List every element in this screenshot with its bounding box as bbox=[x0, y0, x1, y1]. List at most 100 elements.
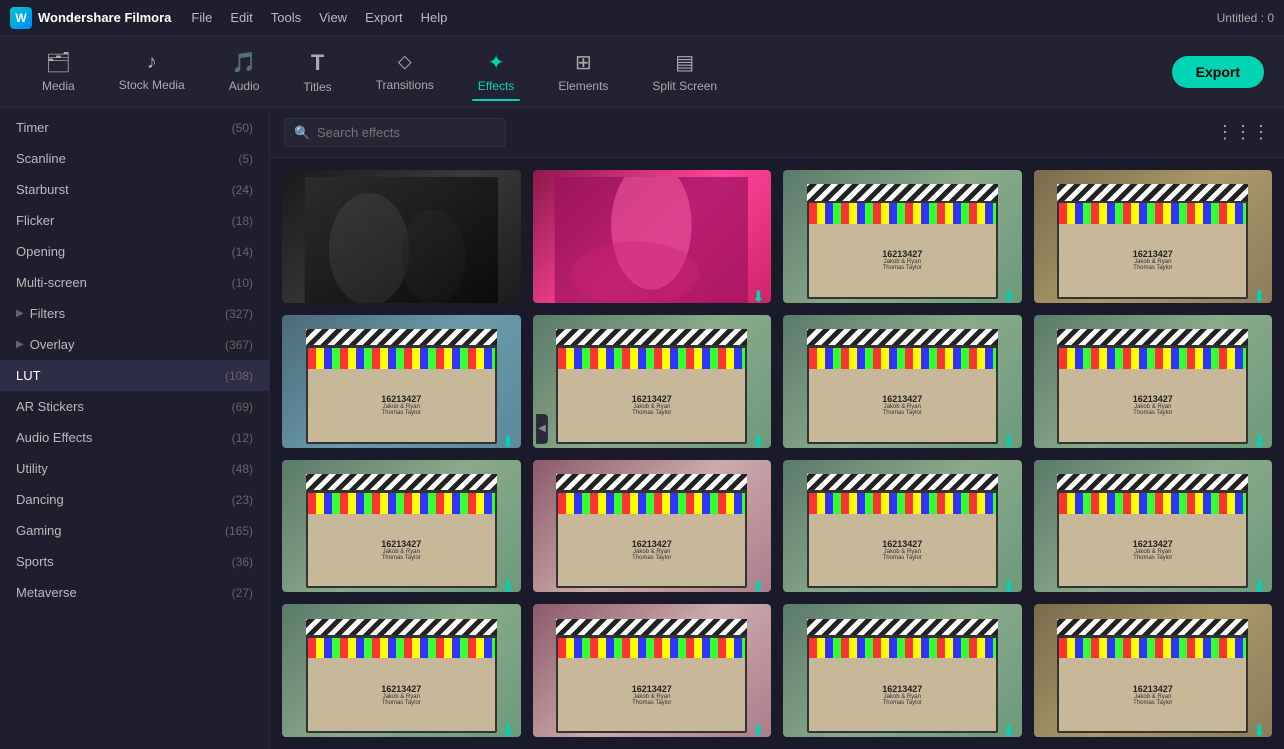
clapper-stripe-3 bbox=[308, 348, 495, 369]
tool-effects[interactable]: ✦ Effects bbox=[456, 42, 536, 101]
clapper-top-3 bbox=[306, 329, 497, 347]
sidebar-item-multi-screen[interactable]: Multi-screen (10) bbox=[0, 267, 269, 298]
clapperboard-movie-14: 16213427 Jakob & Ryan Thomas Taylor bbox=[556, 619, 747, 733]
effect-card-movie-16[interactable]: 16213427 Jakob & Ryan Thomas Taylor ⬇ Mo… bbox=[1034, 604, 1273, 737]
menu-file[interactable]: File bbox=[191, 10, 212, 25]
sidebar-item-timer[interactable]: Timer (50) bbox=[0, 112, 269, 143]
sidebar-label-metaverse: Metaverse bbox=[16, 585, 232, 600]
effect-card-movie-12[interactable]: 16213427 Jakob & Ryan Thomas Taylor ⬇ Mo… bbox=[1034, 460, 1273, 593]
clapper-body-11: 16213427 Jakob & Ryan Thomas Taylor bbox=[809, 514, 996, 587]
effect-thumb-movie-3: 16213427 Jakob & Ryan Thomas Taylor ⬇ bbox=[282, 315, 521, 448]
sidebar-collapse-button[interactable]: ◀ bbox=[536, 414, 548, 444]
menu-edit[interactable]: Edit bbox=[230, 10, 252, 25]
search-input[interactable] bbox=[284, 118, 506, 147]
clapper-body-9: 16213427 Jakob & Ryan Thomas Taylor bbox=[308, 514, 495, 587]
tool-elements[interactable]: ⊞ Elements bbox=[536, 42, 630, 101]
sidebar-item-utility[interactable]: Utility (48) bbox=[0, 453, 269, 484]
clapper-text-2: 16213427 bbox=[1133, 249, 1173, 259]
menu-help[interactable]: Help bbox=[421, 10, 448, 25]
effect-card-movie-13[interactable]: 16213427 Jakob & Ryan Thomas Taylor ⬇ Mo… bbox=[282, 604, 521, 737]
tool-split-screen[interactable]: ▤ Split Screen bbox=[630, 42, 739, 101]
sidebar-item-opening[interactable]: Opening (14) bbox=[0, 236, 269, 267]
effects-grid: SinCity ⬇ Fitness_Intense_Overlay bbox=[270, 158, 1284, 749]
search-icon: 🔍 bbox=[294, 125, 310, 141]
effect-card-movie-4[interactable]: 16213427 Jakob & Ryan Thomas Taylor ⬇ Mo… bbox=[533, 315, 772, 448]
download-icon-movie-5: ⬇ bbox=[1002, 432, 1015, 448]
effect-thumb-movie-5: 16213427 Jakob & Ryan Thomas Taylor ⬇ bbox=[783, 315, 1022, 448]
download-icon-movie-7: ⬇ bbox=[1253, 432, 1266, 448]
download-icon-movie-13: ⬇ bbox=[501, 721, 514, 737]
effect-card-movie-3[interactable]: 16213427 Jakob & Ryan Thomas Taylor ⬇ Mo… bbox=[282, 315, 521, 448]
clapper-stripes-2 bbox=[1059, 203, 1246, 224]
effect-card-fitness[interactable]: ⬇ Fitness_Intense_Overlay bbox=[533, 170, 772, 303]
effect-card-movie-9[interactable]: 16213427 Jakob & Ryan Thomas Taylor ⬇ Mo… bbox=[282, 460, 521, 593]
menu-view[interactable]: View bbox=[319, 10, 347, 25]
tool-media[interactable]: 🗂 Media bbox=[20, 42, 97, 101]
clapper-stripes-11 bbox=[809, 493, 996, 514]
sidebar-item-flicker[interactable]: Flicker (18) bbox=[0, 205, 269, 236]
sidebar-item-ar-stickers[interactable]: AR Stickers (69) bbox=[0, 391, 269, 422]
clapperboard-movie-7: 16213427 Jakob & Ryan Thomas Taylor bbox=[1057, 329, 1248, 443]
sidebar-item-audio-effects[interactable]: Audio Effects (12) bbox=[0, 422, 269, 453]
clapper-main-3: 16213427 Jakob & Ryan Thomas Taylor bbox=[306, 346, 497, 443]
clapper-main-11: 16213427 Jakob & Ryan Thomas Taylor bbox=[807, 491, 998, 588]
effect-thumb-fitness: ⬇ bbox=[533, 170, 772, 303]
tool-stock-media[interactable]: ♪ Stock Media bbox=[97, 43, 207, 100]
grid-view-icon[interactable]: ⋮⋮⋮ bbox=[1216, 122, 1270, 143]
effect-card-movie-7[interactable]: 16213427 Jakob & Ryan Thomas Taylor ⬇ Mo… bbox=[1034, 315, 1273, 448]
clapperboard-movie-11: 16213427 Jakob & Ryan Thomas Taylor bbox=[807, 474, 998, 588]
clapper-stripes-12 bbox=[1059, 493, 1246, 514]
effect-card-sincity[interactable]: SinCity bbox=[282, 170, 521, 303]
effect-thumb-movie-9: 16213427 Jakob & Ryan Thomas Taylor ⬇ bbox=[282, 460, 521, 593]
download-icon-movie-1: ⬇ bbox=[1002, 287, 1015, 303]
effect-card-movie-10[interactable]: 16213427 Jakob & Ryan Thomas Taylor ⬇ Mo… bbox=[533, 460, 772, 593]
clapper-top bbox=[807, 184, 998, 202]
tool-transitions[interactable]: ⬦ Transitions bbox=[354, 43, 456, 100]
clapper-note-3: Thomas Taylor bbox=[382, 410, 421, 416]
tool-titles[interactable]: T Titles bbox=[281, 42, 353, 102]
clapper-stripes-14 bbox=[558, 638, 745, 659]
menu-tools[interactable]: Tools bbox=[271, 10, 301, 25]
menu-bar: W Wondershare Filmora File Edit Tools Vi… bbox=[0, 0, 1284, 36]
clapperboard-movie-2: 16213427 Jakob & Ryan Thomas Taylor bbox=[1057, 184, 1248, 298]
sidebar-item-filters[interactable]: ▶ Filters (327) bbox=[0, 298, 269, 329]
export-button[interactable]: Export bbox=[1172, 56, 1264, 88]
clapper-note: Thomas Taylor bbox=[883, 265, 922, 271]
effect-thumb-movie-16: 16213427 Jakob & Ryan Thomas Taylor ⬇ bbox=[1034, 604, 1273, 737]
effect-card-movie-14[interactable]: 16213427 Jakob & Ryan Thomas Taylor ⬇ Mo… bbox=[533, 604, 772, 737]
clapper-main-10: 16213427 Jakob & Ryan Thomas Taylor bbox=[556, 491, 747, 588]
sidebar-item-sports[interactable]: Sports (36) bbox=[0, 546, 269, 577]
sidebar-item-dancing[interactable]: Dancing (23) bbox=[0, 484, 269, 515]
app-logo: W Wondershare Filmora bbox=[10, 7, 171, 29]
sidebar-item-starburst[interactable]: Starburst (24) bbox=[0, 174, 269, 205]
effect-card-movie-15[interactable]: 16213427 Jakob & Ryan Thomas Taylor ⬇ Mo… bbox=[783, 604, 1022, 737]
sidebar-item-overlay[interactable]: ▶ Overlay (367) bbox=[0, 329, 269, 360]
sidebar-item-lut[interactable]: LUT (108) bbox=[0, 360, 269, 391]
sidebar-item-metaverse[interactable]: Metaverse (27) bbox=[0, 577, 269, 608]
clapper-main-5: 16213427 Jakob & Ryan Thomas Taylor bbox=[807, 346, 998, 443]
effect-card-movie-5[interactable]: 16213427 Jakob & Ryan Thomas Taylor ⬇ Mo… bbox=[783, 315, 1022, 448]
main-content: Timer (50) Scanline (5) Starburst (24) F… bbox=[0, 108, 1284, 749]
sidebar: Timer (50) Scanline (5) Starburst (24) F… bbox=[0, 108, 270, 749]
clapperboard-movie-13: 16213427 Jakob & Ryan Thomas Taylor bbox=[306, 619, 497, 733]
sidebar-count-gaming: (165) bbox=[225, 524, 253, 538]
window-title: Untitled : 0 bbox=[1217, 11, 1274, 25]
effect-card-movie-1[interactable]: 16213427 Jakob & Ryan Thomas Taylor ⬇ Mo… bbox=[783, 170, 1022, 303]
download-icon-movie-15: ⬇ bbox=[1002, 721, 1015, 737]
clapper-stripe bbox=[809, 203, 996, 224]
effect-thumb-movie-4: 16213427 Jakob & Ryan Thomas Taylor ⬇ bbox=[533, 315, 772, 448]
sidebar-item-scanline[interactable]: Scanline (5) bbox=[0, 143, 269, 174]
clapper-top-10 bbox=[556, 474, 747, 492]
effect-card-movie-11[interactable]: 16213427 Jakob & Ryan Thomas Taylor ⬇ Mo… bbox=[783, 460, 1022, 593]
search-input-wrap: 🔍 bbox=[284, 118, 1204, 147]
effect-thumb-inner-movie-3: 16213427 Jakob & Ryan Thomas Taylor bbox=[282, 315, 521, 448]
menu-export[interactable]: Export bbox=[365, 10, 403, 25]
sidebar-item-gaming[interactable]: Gaming (165) bbox=[0, 515, 269, 546]
sidebar-count-multi-screen: (10) bbox=[232, 276, 253, 290]
sidebar-label-audio-effects: Audio Effects bbox=[16, 430, 232, 445]
clapper-stripes-3 bbox=[308, 348, 495, 369]
tool-audio[interactable]: 🎵 Audio bbox=[207, 42, 282, 101]
tool-titles-label: Titles bbox=[303, 80, 331, 94]
clapper-stripes-5 bbox=[809, 348, 996, 369]
effect-card-movie-2[interactable]: 16213427 Jakob & Ryan Thomas Taylor ⬇ Mo… bbox=[1034, 170, 1273, 303]
